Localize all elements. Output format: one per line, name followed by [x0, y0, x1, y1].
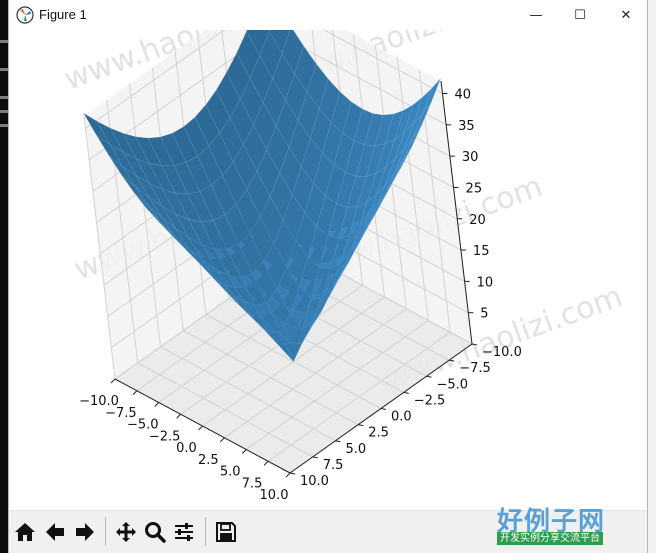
z-tick-label: 20	[469, 213, 486, 228]
x-tick-mark	[241, 449, 247, 454]
y-tick-label: 2.5	[368, 426, 389, 441]
z-tick-label: 5	[480, 307, 488, 322]
x-tick-mark	[285, 472, 291, 478]
z-tick-label: 40	[454, 88, 471, 103]
y-tick-label: −7.5	[459, 361, 491, 376]
z-tick-label: 30	[462, 150, 479, 165]
maximize-button[interactable]: ☐	[557, 0, 603, 30]
y-tick-label: −2.5	[414, 393, 446, 408]
zoom-button[interactable]	[142, 517, 168, 547]
home-icon	[15, 523, 35, 541]
y-tick-label: −5.0	[437, 377, 469, 392]
minimize-icon: —	[529, 7, 543, 23]
y-tick-mark	[289, 472, 296, 475]
close-button[interactable]: ✕	[603, 0, 647, 30]
y-tick-label: −10.0	[482, 345, 522, 360]
forward-icon	[76, 523, 94, 541]
y-tick-mark	[403, 391, 409, 394]
x-tick-mark	[132, 390, 138, 396]
y-tick-label: 5.0	[346, 442, 367, 457]
haolizi-logo: 好例子网 开发实例分享交流平台	[493, 501, 633, 547]
matplotlib-app-icon	[16, 6, 34, 24]
zoom-icon	[145, 522, 166, 543]
background-terminal-strip	[0, 0, 8, 553]
save-icon	[216, 522, 236, 542]
x-tick-mark	[198, 425, 203, 431]
window-title: Figure 1	[39, 7, 87, 22]
x-tick-label: 5.0	[220, 465, 241, 480]
x-tick-mark	[176, 413, 181, 419]
pan-icon	[116, 522, 136, 542]
toolbar-separator	[205, 517, 206, 546]
y-tick-mark	[358, 424, 364, 427]
y-tick-mark	[380, 408, 387, 410]
back-icon	[46, 523, 64, 541]
configure-subplots-button[interactable]	[171, 517, 197, 547]
minimize-button[interactable]: —	[513, 0, 559, 30]
y-tick-label: 7.5	[323, 458, 344, 473]
logo-sub-text: 开发实例分享交流平台	[497, 532, 603, 545]
title-bar[interactable]: Figure 1 — ☐ ✕	[9, 0, 647, 30]
z-tick-label: 10	[477, 275, 494, 290]
z-tick-label: 25	[466, 181, 483, 196]
x-tick-mark	[220, 437, 225, 443]
x-tick-mark	[110, 378, 116, 384]
figure-window: Figure 1 — ☐ ✕ www.haolizi.comwww.haoliz…	[8, 0, 648, 553]
x-tick-label: 0.0	[176, 441, 197, 456]
x-tick-label: 10.0	[260, 488, 289, 503]
x-tick-mark	[154, 402, 160, 407]
pan-button[interactable]	[113, 517, 139, 547]
forward-button[interactable]	[72, 517, 98, 547]
plot-canvas[interactable]: www.haolizi.comwww.haolizi.comwww.haoliz…	[9, 30, 647, 510]
navigation-toolbar: 好例子网 开发实例分享交流平台	[9, 507, 647, 553]
back-button[interactable]	[42, 517, 68, 547]
y-tick-mark	[335, 440, 341, 443]
x-tick-mark	[263, 460, 269, 466]
home-button[interactable]	[12, 517, 38, 547]
y-tick-mark	[312, 456, 318, 459]
z-tick-label: 15	[473, 244, 490, 259]
toolbar-separator	[105, 517, 106, 546]
close-icon: ✕	[620, 7, 632, 23]
background-window-strip	[648, 0, 656, 553]
x-tick-label: 2.5	[198, 453, 219, 468]
maximize-icon: ☐	[574, 7, 586, 23]
y-tick-label: 0.0	[391, 410, 412, 425]
z-tick-label: 35	[458, 119, 475, 134]
y-tick-label: 10.0	[300, 474, 329, 489]
save-button[interactable]	[213, 517, 239, 547]
configure-subplots-icon	[175, 523, 193, 541]
